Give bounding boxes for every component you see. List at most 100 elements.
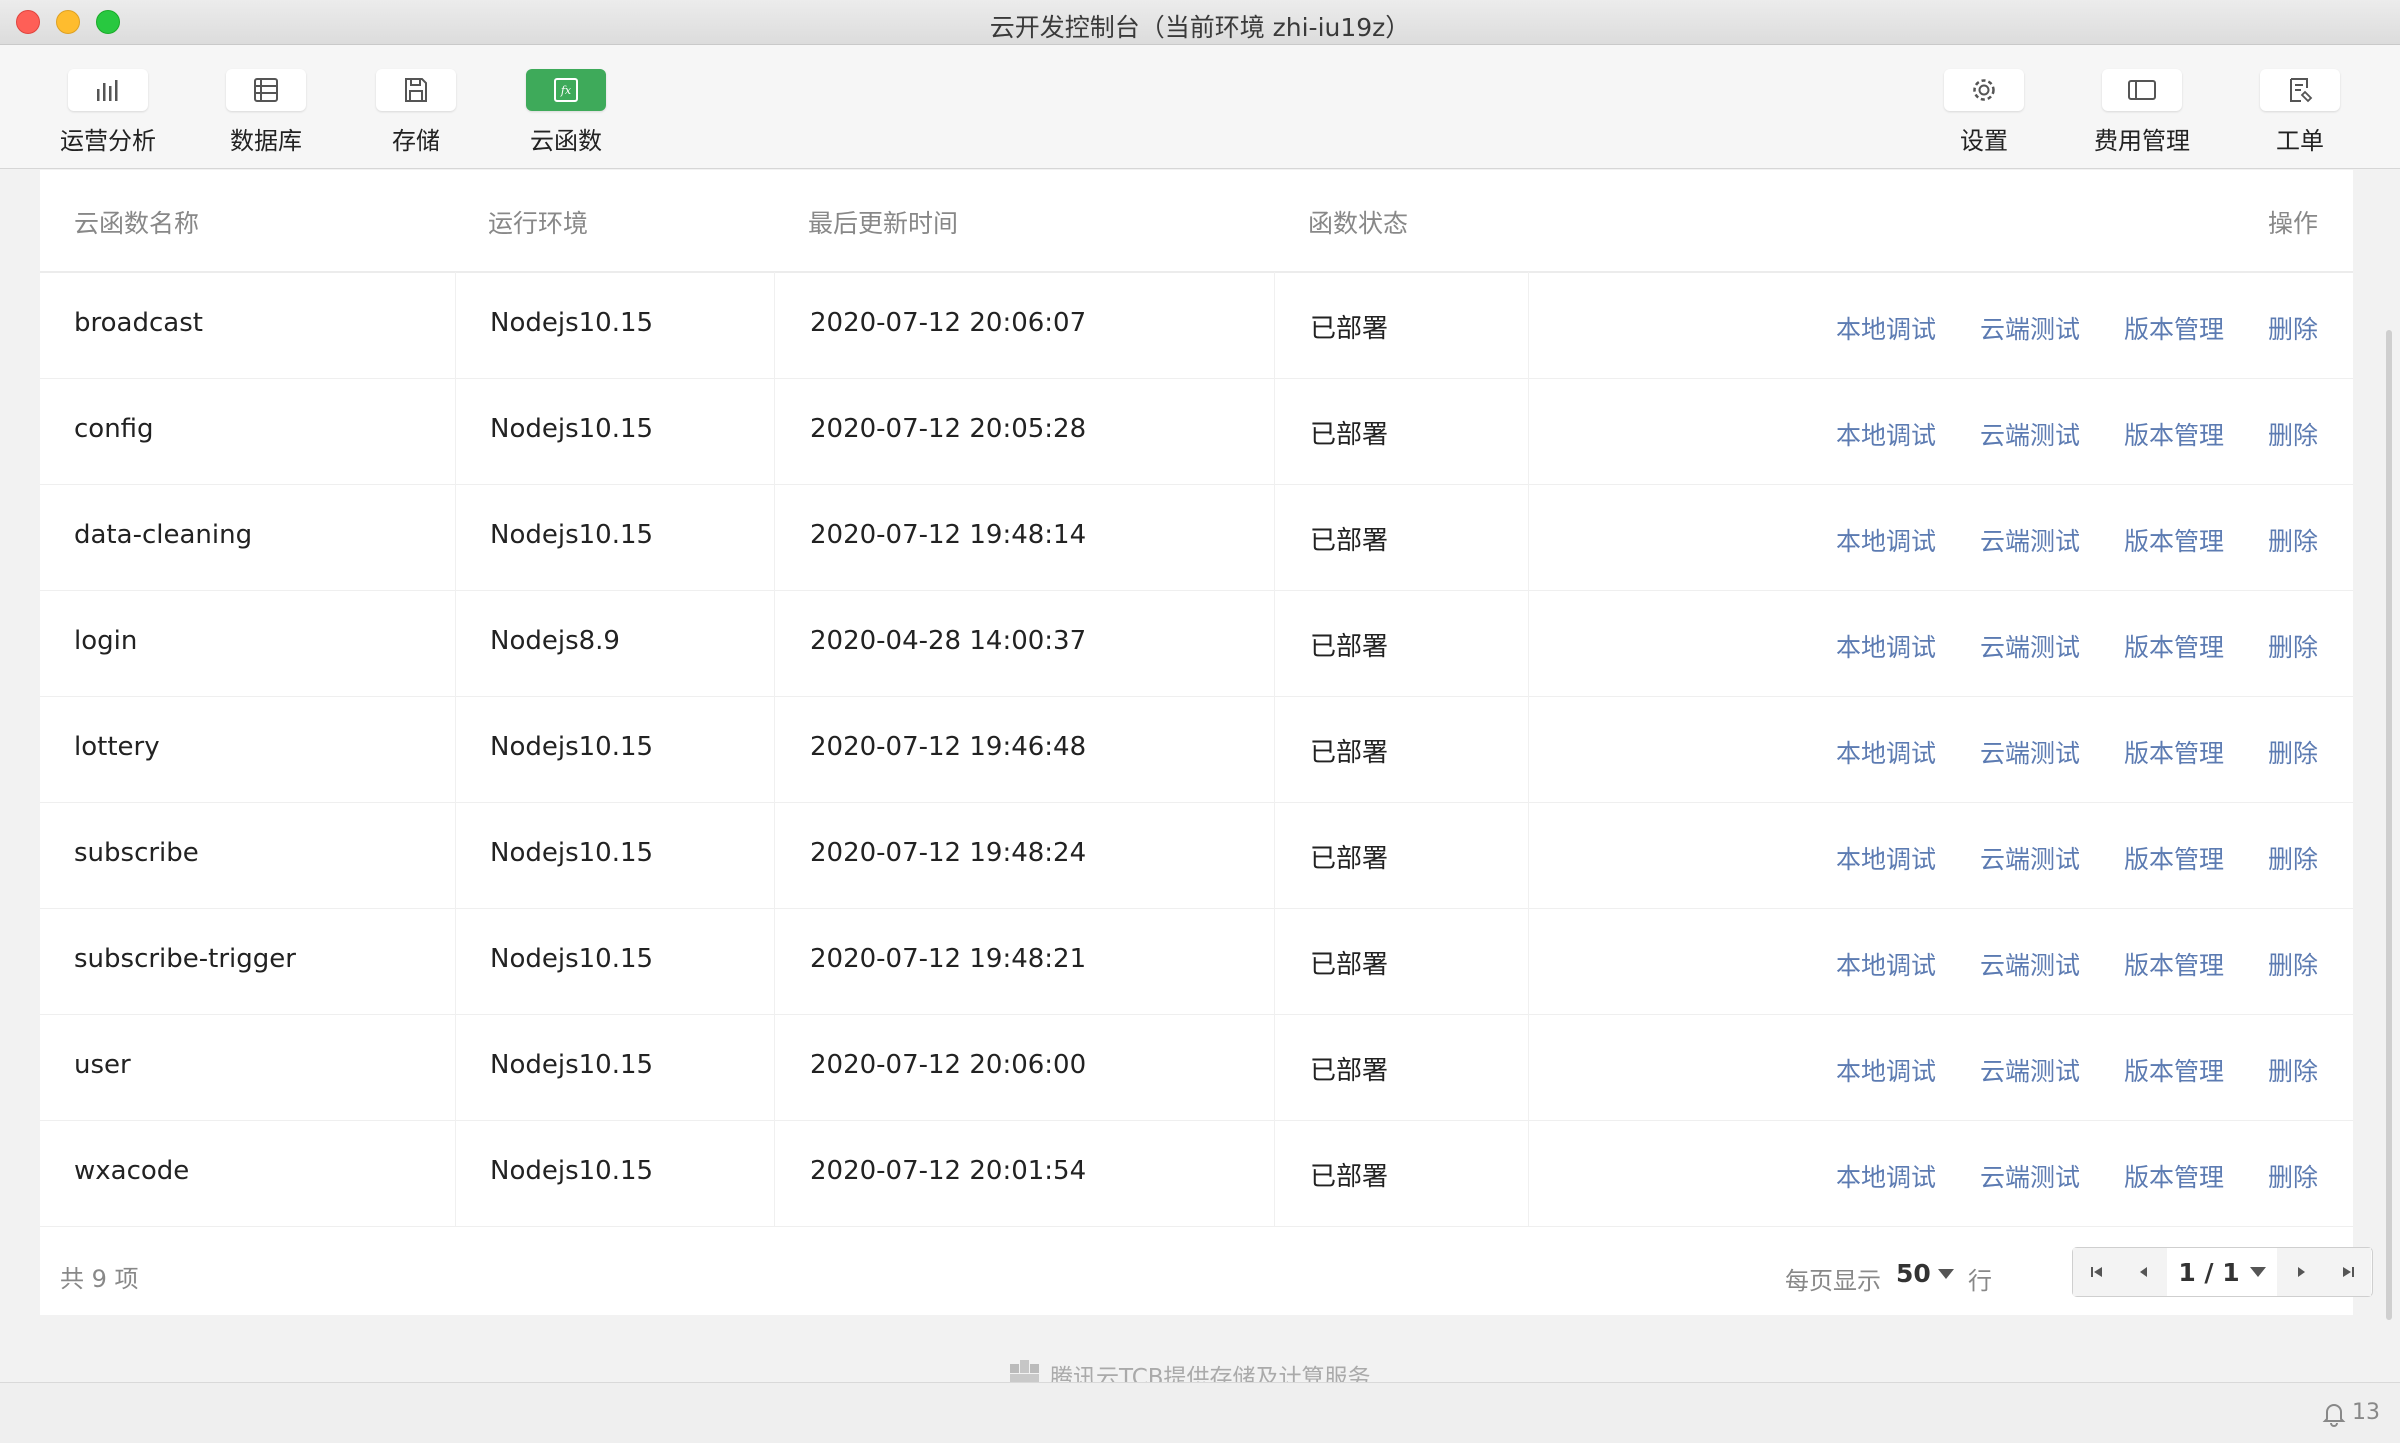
table-row[interactable]: broadcast Nodejs10.15 2020-07-12 20:06:07 已… [40,272,2353,379]
cell-updated-time: 2020-07-12 19:48:21 [810,944,1087,974]
column-header-status[interactable]: 函数状态 [1308,204,1408,240]
delete-link[interactable]: 删除 [2268,416,2318,452]
per-page-label: 每页显示 [1785,1267,1881,1295]
column-header-name[interactable]: 云函数名称 [74,204,199,240]
cell-function-name: user [74,1050,131,1080]
first-page-button[interactable] [2073,1248,2121,1296]
prev-page-button[interactable] [2120,1248,2168,1296]
last-page-icon [2342,1267,2354,1277]
cloud-test-link[interactable]: 云端测试 [1980,734,2080,770]
version-manage-link[interactable]: 版本管理 [2124,734,2224,770]
delete-link[interactable]: 删除 [2268,734,2318,770]
cell-status: 已部署 [1310,526,1389,556]
table-row[interactable]: subscribe-trigger Nodejs10.15 2020-07-12 1… [40,908,2353,1015]
column-header-actions: 操作 [2268,209,2319,238]
column-divider [455,908,456,1014]
toolbar-analytics-label: 运营分析 [60,127,156,155]
version-manage-link[interactable]: 版本管理 [2124,1052,2224,1088]
cloud-test-link[interactable]: 云端测试 [1980,522,2080,558]
cloud-test-link[interactable]: 云端测试 [1980,840,2080,876]
version-manage-link[interactable]: 版本管理 [2124,840,2224,876]
cell-status: 已部署 [1310,738,1389,768]
version-manage-link[interactable]: 版本管理 [2124,628,2224,664]
local-debug-link[interactable]: 本地调试 [1836,1158,1936,1194]
table-row[interactable]: user Nodejs10.15 2020-07-12 20:06:00 已部署 本地调… [40,1014,2353,1121]
column-divider [1528,590,1529,696]
column-divider [455,484,456,590]
column-divider [774,1014,775,1120]
delete-link[interactable]: 删除 [2268,310,2318,346]
column-divider [455,272,456,378]
status-bar: 13 [0,1382,2400,1443]
toolbar-functions-label: 云函数 [530,127,602,155]
column-header-updated[interactable]: 最后更新时间 [808,204,958,240]
delete-link[interactable]: 删除 [2268,1158,2318,1194]
table-row[interactable]: subscribe Nodejs10.15 2020-07-12 19:48:24 已… [40,802,2353,909]
toolbar-analytics-button[interactable]: 运营分析 [48,69,168,156]
local-debug-link[interactable]: 本地调试 [1836,840,1936,876]
delete-link[interactable]: 删除 [2268,946,2318,982]
cloud-test-link[interactable]: 云端测试 [1980,1052,2080,1088]
cell-function-name: broadcast [74,308,203,338]
version-manage-link[interactable]: 版本管理 [2124,946,2224,982]
column-divider [1528,1014,1529,1120]
table-row[interactable]: lottery Nodejs10.15 2020-07-12 19:46:48 已部署… [40,696,2353,803]
per-page-caret-icon[interactable] [1938,1269,1954,1279]
ticket-icon [2290,78,2313,103]
version-manage-link[interactable]: 版本管理 [2124,310,2224,346]
next-page-button[interactable] [2277,1248,2325,1296]
local-debug-link[interactable]: 本地调试 [1836,734,1936,770]
powered-by-text: 腾讯云TCB提供存储及计算服务 [1050,1365,1371,1382]
column-divider [1528,908,1529,1014]
delete-link[interactable]: 删除 [2268,522,2318,558]
cell-status: 已部署 [1310,1162,1389,1192]
column-divider [774,802,775,908]
per-page-select[interactable]: 50 [1896,1259,1931,1288]
version-manage-link[interactable]: 版本管理 [2124,1158,2224,1194]
cloud-test-link[interactable]: 云端测试 [1980,310,2080,346]
local-debug-link[interactable]: 本地调试 [1836,310,1936,346]
toolbar-ticket-button[interactable]: 工单 [2240,69,2360,156]
column-divider [1274,484,1275,590]
cell-function-name: subscribe-trigger [74,944,296,974]
table-row[interactable]: config Nodejs10.15 2020-07-12 20:05:28 已部署 本… [40,378,2353,485]
bar-chart-icon [97,80,118,101]
delete-link[interactable]: 删除 [2268,628,2318,664]
toolbar-database-button[interactable]: 数据库 [206,69,326,156]
table-row[interactable]: login Nodejs8.9 2020-04-28 14:00:37 已部署 本地调试… [40,590,2353,697]
table-row[interactable]: data-cleaning Nodejs10.15 2020-07-12 19:48… [40,484,2353,591]
local-debug-link[interactable]: 本地调试 [1836,1052,1936,1088]
local-debug-link[interactable]: 本地调试 [1836,628,1936,664]
cell-function-name: data-cleaning [74,520,253,550]
gear-icon [1973,79,1995,101]
cloud-test-link[interactable]: 云端测试 [1980,628,2080,664]
toolbar-billing-button[interactable]: 费用管理 [2082,69,2202,156]
cell-runtime: Nodejs10.15 [490,944,654,974]
page-select[interactable]: 1 / 1 [2167,1248,2278,1296]
cloud-test-link[interactable]: 云端测试 [1980,946,2080,982]
bell-icon[interactable] [2322,1401,2346,1427]
vertical-scrollbar[interactable] [2386,330,2392,1320]
cell-updated-time: 2020-07-12 20:01:54 [810,1156,1087,1186]
last-page-button[interactable] [2324,1248,2371,1296]
toolbar-functions-button[interactable]: fx 云函数 [506,69,626,156]
table-row[interactable]: wxacode Nodejs10.15 2020-07-12 20:01:54 已部署… [40,1120,2353,1227]
toolbar-storage-button[interactable]: 存储 [356,69,476,156]
delete-link[interactable]: 删除 [2268,840,2318,876]
version-manage-link[interactable]: 版本管理 [2124,522,2224,558]
toolbar-settings-button[interactable]: 设置 [1924,69,2044,156]
column-divider [774,590,775,696]
version-manage-link[interactable]: 版本管理 [2124,416,2224,452]
table-footer: 共 9 项 每页显示 50 行 1 / 1 [40,1225,2373,1315]
column-divider [1274,908,1275,1014]
cell-runtime: Nodejs8.9 [490,626,620,656]
delete-link[interactable]: 删除 [2268,1052,2318,1088]
functions-table-card: 云函数名称 运行环境 最后更新时间 函数状态 操作 broadcast Nodej… [40,170,2373,1315]
local-debug-link[interactable]: 本地调试 [1836,522,1936,558]
local-debug-link[interactable]: 本地调试 [1836,946,1936,982]
cloud-test-link[interactable]: 云端测试 [1980,416,2080,452]
local-debug-link[interactable]: 本地调试 [1836,416,1936,452]
cloud-test-link[interactable]: 云端测试 [1980,1158,2080,1194]
cell-runtime: Nodejs10.15 [490,308,654,338]
column-header-runtime[interactable]: 运行环境 [488,204,588,240]
